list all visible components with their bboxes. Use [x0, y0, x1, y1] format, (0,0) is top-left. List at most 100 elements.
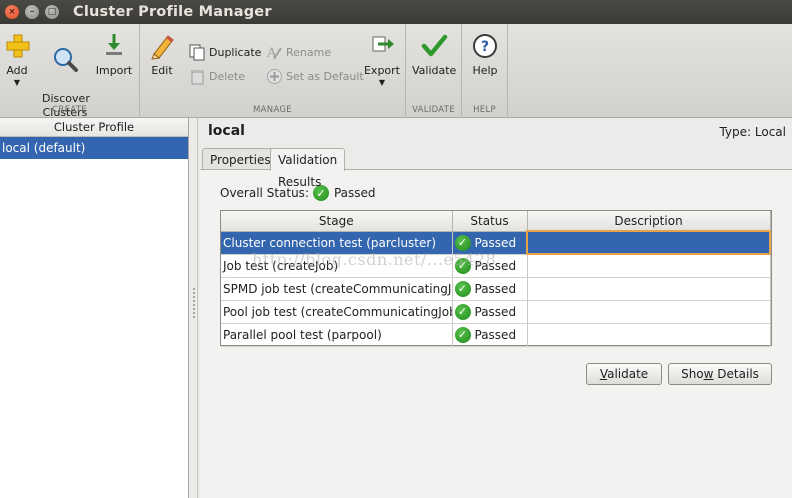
set-default-button[interactable]: Set as Default: [265, 67, 364, 85]
tab-properties-label: Properties: [210, 153, 271, 167]
splitter-grip-dot: [193, 300, 195, 302]
create-group-label: CREATE: [52, 105, 87, 115]
stage-cell: Parallel pool test (parpool): [221, 323, 453, 347]
set-default-icon: [265, 67, 283, 85]
check-circle-icon: ✓: [454, 257, 471, 274]
status-text: Passed: [474, 258, 517, 273]
manage-group-label: MANAGE: [253, 105, 292, 115]
table-row[interactable]: SPMD job test (createCommunicatingJob) ✓…: [221, 277, 771, 301]
stage-cell: SPMD job test (createCommunicatingJob): [221, 277, 453, 301]
column-header-status[interactable]: Status: [452, 211, 528, 232]
profile-list-panel: Cluster Profile local (default): [0, 118, 189, 498]
title-bar: × – □ Cluster Profile Manager: [0, 0, 792, 24]
edit-label: Edit: [151, 64, 173, 77]
tab-properties[interactable]: Properties: [202, 148, 279, 170]
minimize-icon: –: [29, 7, 35, 17]
edit-button[interactable]: Edit: [147, 32, 177, 78]
table-row[interactable]: Parallel pool test (parpool) ✓ Passed: [221, 323, 771, 347]
toolstrip: Add ▼ Discover Clusters Import CREATE Ed…: [0, 24, 792, 119]
description-cell[interactable]: [527, 323, 771, 347]
trash-icon: [188, 67, 206, 85]
stage-cell: Job test (createJob): [221, 254, 453, 278]
description-cell[interactable]: [526, 230, 771, 255]
help-button[interactable]: ? Help: [468, 32, 502, 78]
rename-label: Rename: [286, 45, 332, 59]
chevron-down-icon: ▼: [378, 78, 386, 87]
check-circle-icon: ✓: [454, 303, 471, 320]
minimize-window-button[interactable]: –: [25, 5, 39, 19]
add-button[interactable]: Add ▼: [3, 32, 31, 87]
status-text: Passed: [474, 235, 517, 250]
splitter-grip-dot: [193, 296, 195, 298]
profile-item-label: local (default): [2, 141, 86, 155]
description-cell[interactable]: [527, 300, 771, 324]
rename-icon: A: [265, 43, 283, 61]
import-button[interactable]: Import: [95, 32, 133, 78]
export-icon: [372, 36, 394, 52]
profile-title: local: [208, 123, 245, 139]
stage-cell: Cluster connection test (parcluster): [221, 231, 453, 255]
validate-group-label: VALIDATE: [412, 105, 455, 115]
table-row[interactable]: Cluster connection test (parcluster) ✓ Pa…: [221, 230, 771, 255]
set-default-label: Set as Default: [286, 69, 364, 83]
status-text: Passed: [474, 327, 517, 342]
overall-status-value: Passed: [333, 186, 376, 200]
status-cell: ✓ Passed: [452, 323, 528, 347]
tab-validation-results[interactable]: Validation Results: [270, 148, 346, 189]
export-label: Export: [363, 64, 400, 77]
add-label: Add: [6, 64, 28, 77]
export-button[interactable]: Export ▼: [362, 32, 402, 87]
check-circle-icon: ✓: [454, 326, 471, 343]
profile-item-local[interactable]: local (default): [0, 137, 188, 159]
delete-button[interactable]: Delete: [188, 67, 245, 85]
splitter-grip-dot: [193, 312, 195, 314]
duplicate-button[interactable]: Duplicate: [188, 43, 261, 61]
validate-group: Validate VALIDATE: [406, 24, 462, 118]
help-icon: ?: [473, 34, 497, 58]
splitter-grip-dot: [193, 304, 195, 306]
import-label: Import: [95, 64, 133, 77]
maximize-window-button[interactable]: □: [45, 5, 59, 19]
profile-details-panel: local Type: Local Properties Validation …: [199, 118, 792, 498]
close-window-button[interactable]: ×: [5, 5, 19, 19]
show-details-mnemonic: w: [703, 367, 714, 381]
validate-button-label: alidate: [607, 367, 649, 381]
splitter-grip-dot: [193, 292, 195, 294]
table-row[interactable]: Pool job test (createCommunicatingJob) ✓…: [221, 300, 771, 324]
window-title: Cluster Profile Manager: [73, 4, 272, 20]
chevron-down-icon: ▼: [13, 78, 21, 87]
checkmark-icon: [421, 34, 448, 57]
table-row[interactable]: Job test (createJob) ✓ Passed: [221, 254, 771, 278]
rename-button[interactable]: A Rename: [265, 43, 332, 61]
column-header-description[interactable]: Description: [527, 211, 771, 232]
column-header-stage[interactable]: Stage: [221, 211, 453, 232]
show-details-button[interactable]: Show Details: [668, 363, 772, 385]
pencil-icon: [151, 35, 174, 60]
panel-splitter[interactable]: [190, 118, 198, 498]
check-circle-icon: ✓: [454, 280, 471, 297]
status-cell: ✓ Passed: [452, 277, 528, 301]
import-icon: [106, 34, 122, 55]
magnifier-icon: [54, 48, 78, 72]
duplicate-label: Duplicate: [209, 45, 262, 59]
splitter-grip-dot: [193, 288, 195, 290]
validate-toolbar-button[interactable]: Validate: [412, 32, 456, 78]
validate-button[interactable]: Validate: [586, 363, 662, 385]
validation-results-table: Stage Status Description Cluster connect…: [220, 210, 772, 347]
status-cell: ✓ Passed: [452, 254, 528, 278]
show-details-label: Details: [713, 367, 759, 381]
help-group: ? Help HELP: [462, 24, 508, 118]
description-cell[interactable]: [527, 254, 771, 278]
table-header-row: Stage Status Description: [221, 211, 771, 232]
check-circle-icon: ✓: [454, 234, 471, 251]
validate-button-mnemonic: V: [599, 367, 608, 381]
splitter-grip-dot: [193, 308, 195, 310]
description-cell[interactable]: [527, 277, 771, 301]
delete-label: Delete: [209, 69, 246, 83]
show-details-label-pre: Sho: [681, 367, 704, 381]
manage-group: Edit Duplicate Delete A Rename Set as De…: [140, 24, 406, 118]
status-cell: ✓ Passed: [452, 300, 528, 324]
svg-text:A: A: [266, 46, 277, 61]
status-text: Passed: [474, 304, 517, 319]
close-icon: ×: [8, 7, 16, 17]
